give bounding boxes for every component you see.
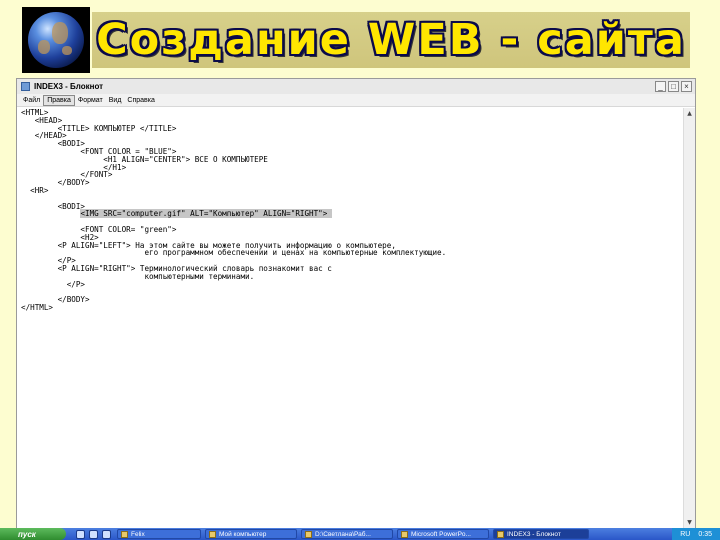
menu-format[interactable]: Формат xyxy=(75,96,106,105)
code-line: <IMG SRC="computer.gif" ALT="Компьютер" … xyxy=(21,209,680,219)
page-title: Создание WEB - сайта xyxy=(96,15,686,65)
task-powerpoint[interactable]: Microsoft PowerPo... xyxy=(397,529,489,539)
menu-view[interactable]: Вид xyxy=(106,96,125,105)
powerpoint-icon xyxy=(401,530,408,538)
mail-icon[interactable] xyxy=(102,529,111,539)
code-line: </P> xyxy=(21,279,86,289)
code-line: </BODY> xyxy=(21,295,90,305)
scroll-up-icon[interactable]: ▲ xyxy=(684,108,695,119)
code-line: <HTML> xyxy=(21,108,49,117)
menu-edit[interactable]: Правка xyxy=(43,94,75,106)
window-titlebar[interactable]: INDEX3 - Блокнот _ □ × xyxy=(17,79,695,94)
text-editor[interactable]: <HTML> <HEAD> <TITLE> КОМПЬЮТЕР </TITLE>… xyxy=(17,108,684,528)
code-line: <FONT COLOR= "green"> xyxy=(21,224,177,234)
task-label: D:\Светлана\Раб... xyxy=(315,530,371,538)
notepad-icon xyxy=(497,530,504,538)
task-notepad[interactable]: INDEX3 - Блокнот xyxy=(493,529,589,539)
taskbar: пуск Felix Мой компьютер D:\Светлана\Раб… xyxy=(0,528,720,540)
clock: 0:35 xyxy=(698,530,712,538)
task-label: Felix xyxy=(131,530,145,538)
vertical-scrollbar[interactable]: ▲ ▼ xyxy=(683,108,695,528)
system-tray: RU 0:35 xyxy=(672,528,720,540)
task-label: Microsoft PowerPo... xyxy=(411,530,471,538)
task-label: INDEX3 - Блокнот xyxy=(507,530,561,538)
code-line: </H1> xyxy=(21,162,127,172)
menu-file[interactable]: Файл xyxy=(20,96,43,105)
task-folder[interactable]: D:\Светлана\Раб... xyxy=(301,529,393,539)
code-line: </HTML> xyxy=(21,302,54,312)
code-line: </BODY> xyxy=(21,178,90,188)
code-line: <HR> xyxy=(21,185,49,195)
task-label: Мой компьютер xyxy=(219,530,267,538)
start-button[interactable]: пуск xyxy=(0,528,66,540)
task-felix[interactable]: Felix xyxy=(117,529,201,539)
code-line: компьютерными терминами. xyxy=(21,271,255,281)
notepad-window: INDEX3 - Блокнот _ □ × Файл Правка Форма… xyxy=(16,78,696,528)
desktop-icon[interactable] xyxy=(76,529,85,539)
menu-bar: Файл Правка Формат Вид Справка xyxy=(17,94,695,107)
code-line: </HEAD> xyxy=(21,131,67,141)
task-my-computer[interactable]: Мой компьютер xyxy=(205,529,297,539)
quick-launch xyxy=(66,529,117,539)
folder-icon xyxy=(305,530,312,538)
menu-help[interactable]: Справка xyxy=(124,96,157,105)
code-line: </FONT> xyxy=(21,170,113,180)
language-indicator[interactable]: RU xyxy=(680,531,690,538)
close-button[interactable]: × xyxy=(681,81,692,92)
globe-icon xyxy=(28,12,84,68)
computer-icon xyxy=(209,530,216,538)
scroll-down-icon[interactable]: ▼ xyxy=(684,517,695,528)
selected-text: <IMG SRC="computer.gif" ALT="Компьютер" … xyxy=(80,209,332,219)
minimize-button[interactable]: _ xyxy=(655,81,666,92)
globe-logo xyxy=(22,7,90,73)
title-banner: Создание WEB - сайта xyxy=(92,12,690,68)
notepad-icon xyxy=(21,82,30,91)
felix-icon xyxy=(121,530,128,538)
code-line: <TITLE> КОМПЬЮТЕР </TITLE> xyxy=(21,123,177,133)
browser-icon[interactable] xyxy=(89,529,98,539)
window-title: INDEX3 - Блокнот xyxy=(34,82,104,91)
code-line: его программном обеспечении и ценах на к… xyxy=(21,248,447,258)
maximize-button[interactable]: □ xyxy=(668,81,679,92)
